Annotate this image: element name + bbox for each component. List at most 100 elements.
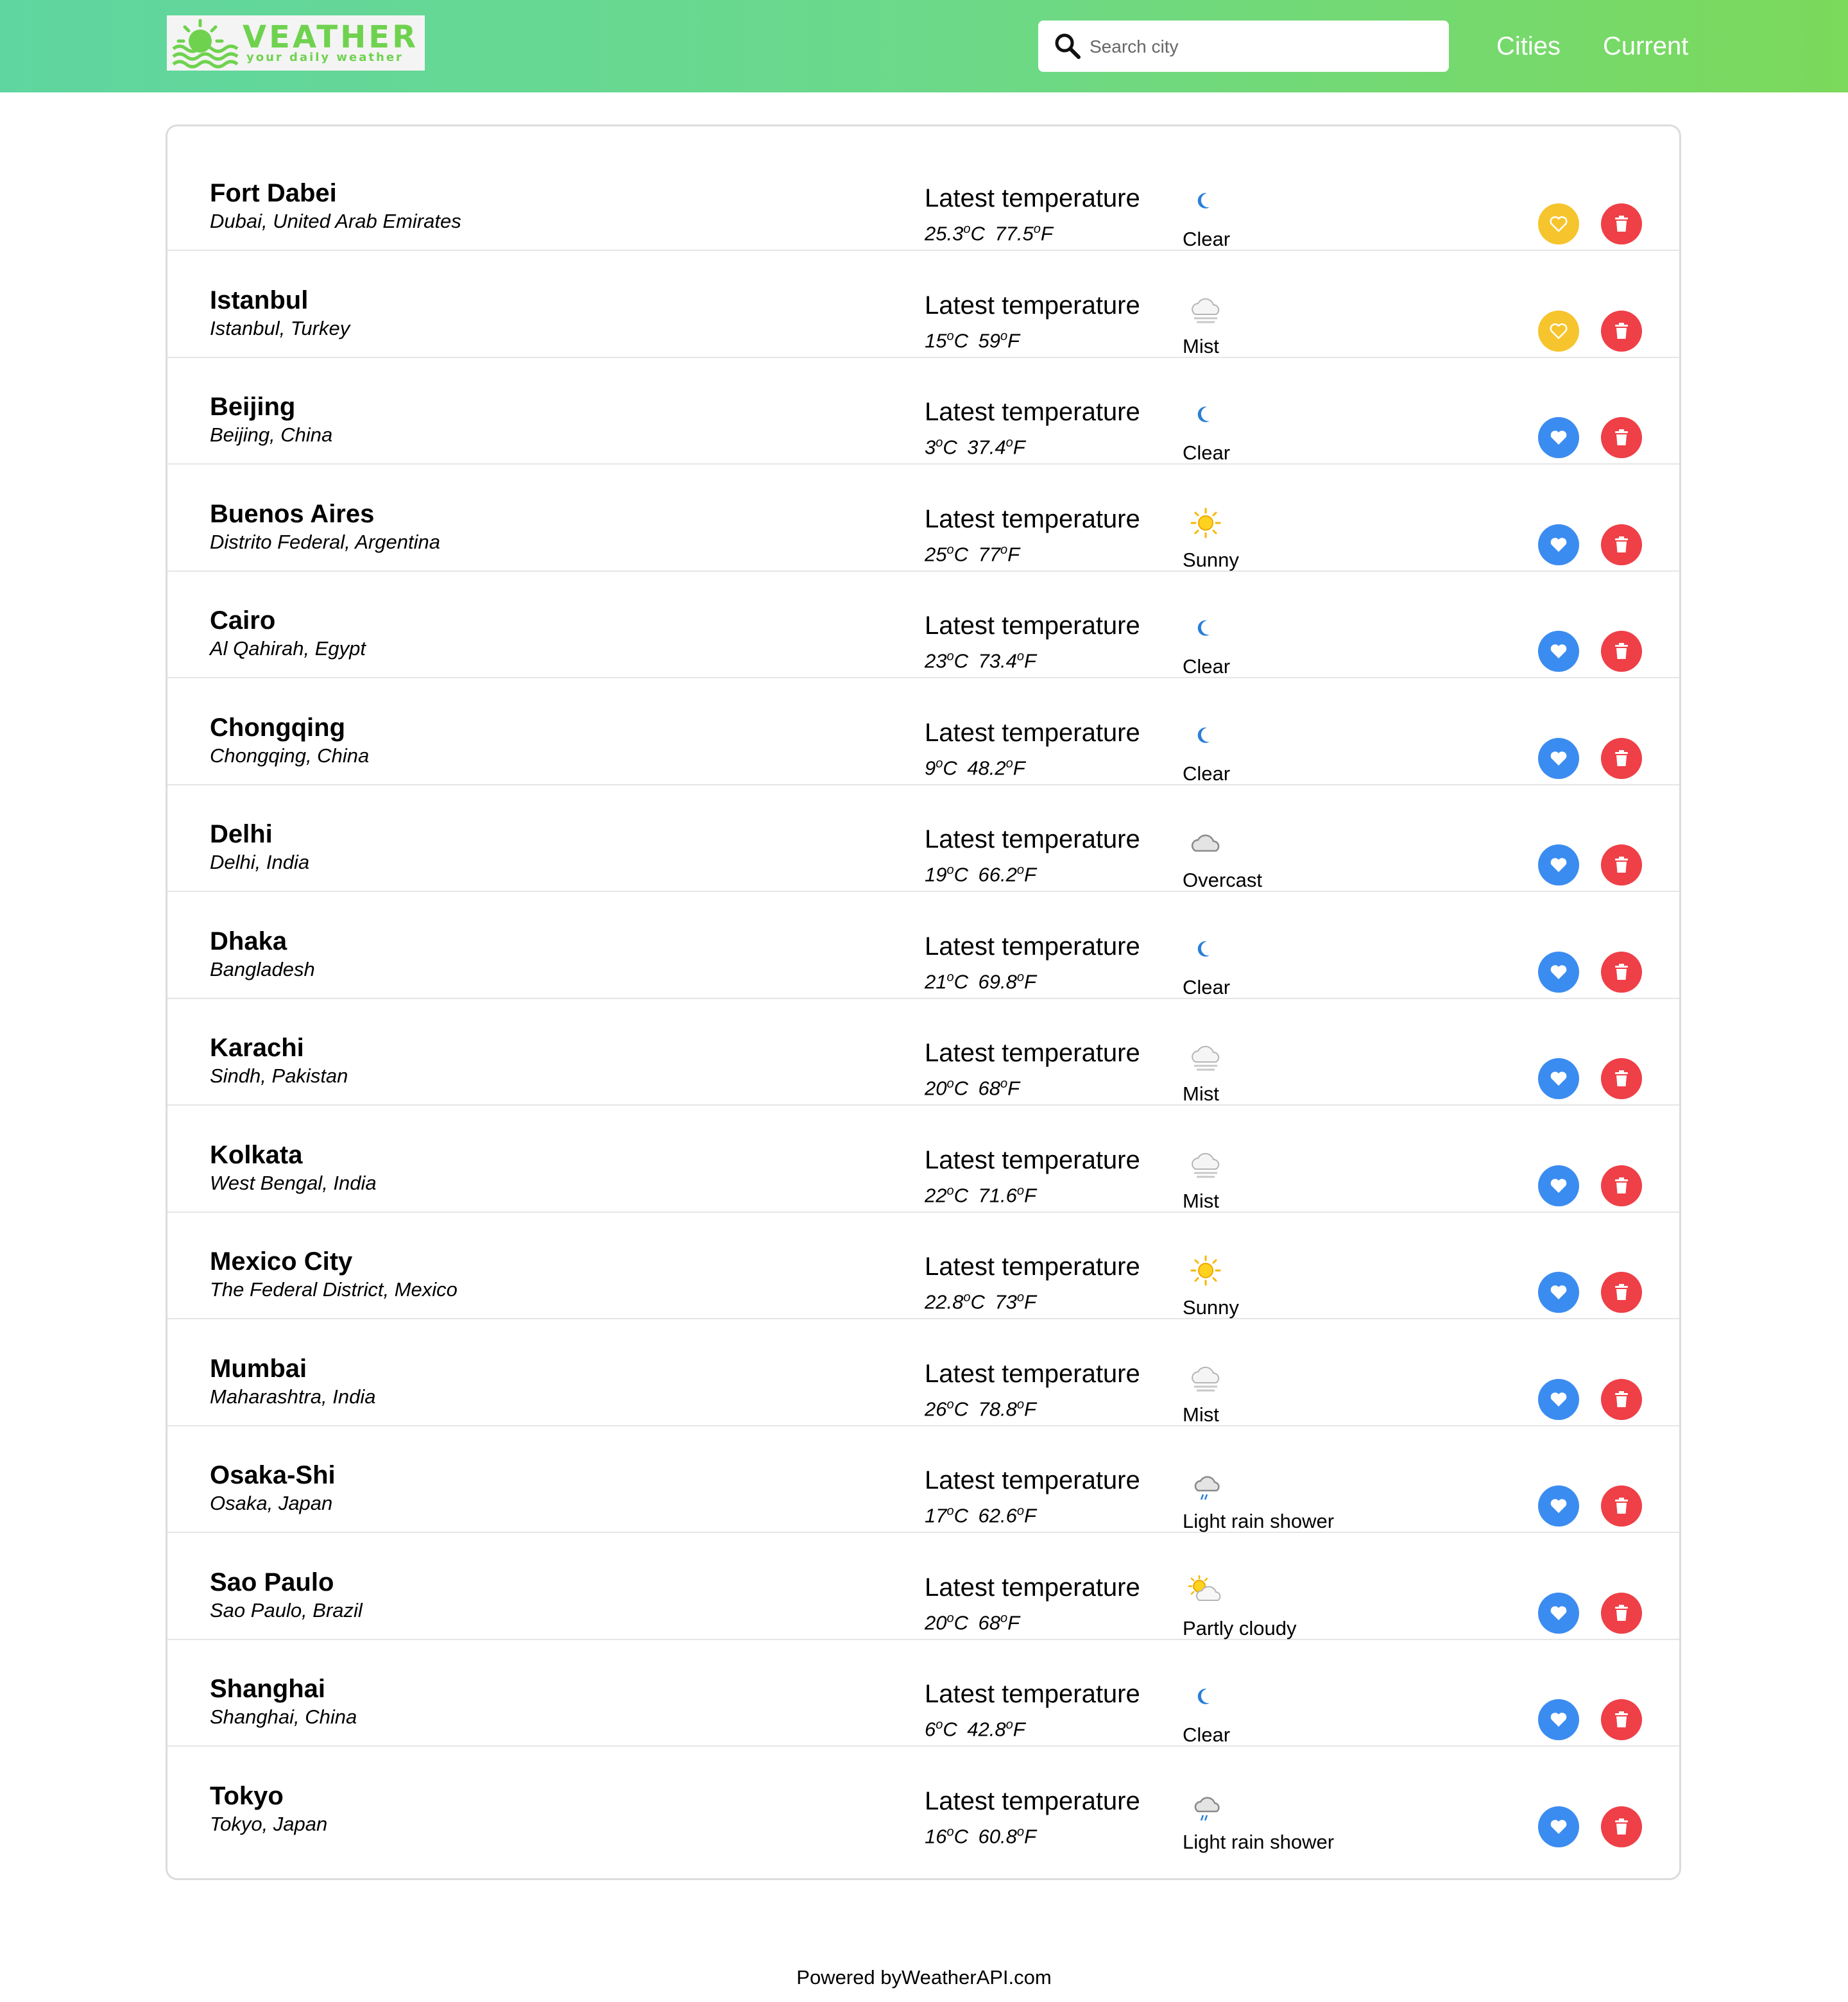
temp-celsius: 16 — [925, 1824, 947, 1847]
temp-celsius: 20 — [925, 1077, 947, 1100]
city-name: Cairo — [210, 606, 276, 635]
weather-condition: Mist — [1183, 1189, 1219, 1212]
city-name: Karachi — [210, 1034, 304, 1062]
temp-celsius: 19 — [925, 863, 947, 886]
favorite-button[interactable] — [1538, 631, 1579, 672]
favorite-button[interactable] — [1538, 1378, 1579, 1420]
favorite-button[interactable] — [1538, 844, 1579, 886]
delete-button[interactable] — [1601, 1165, 1642, 1206]
temperature-values: 22.8oC 73oF — [925, 1285, 1036, 1315]
unit-f: F — [1023, 1504, 1036, 1527]
delete-button[interactable] — [1601, 1699, 1642, 1740]
nav-current-link[interactable]: Current — [1603, 28, 1688, 64]
favorite-button[interactable] — [1538, 524, 1579, 565]
heart-icon — [1550, 1392, 1567, 1407]
degree-sign: o — [963, 222, 971, 236]
favorite-button[interactable] — [1538, 1272, 1579, 1313]
temp-celsius: 25.3 — [925, 222, 964, 245]
degree-sign: o — [946, 863, 954, 877]
favorite-button[interactable] — [1538, 1485, 1579, 1527]
unit-c: C — [954, 1824, 979, 1847]
delete-button[interactable] — [1601, 203, 1642, 244]
favorite-button[interactable] — [1538, 1806, 1579, 1847]
delete-button[interactable] — [1601, 310, 1642, 352]
weather-condition: Light rain shower — [1183, 1830, 1335, 1853]
cloud-icon — [1185, 823, 1226, 864]
delete-button[interactable] — [1601, 1272, 1642, 1313]
heart-icon — [1550, 858, 1567, 872]
latest-temperature-label: Latest temperature — [925, 932, 1140, 961]
favorite-button[interactable] — [1538, 737, 1579, 779]
trash-icon — [1615, 1177, 1628, 1194]
city-row: Delhi Delhi, India Latest temperature 19oC … — [167, 785, 1679, 892]
degree-sign: o — [1016, 1824, 1024, 1839]
degree-sign: o — [1005, 1718, 1013, 1732]
delete-button[interactable] — [1601, 951, 1642, 993]
delete-button[interactable] — [1601, 1806, 1642, 1847]
favorite-button[interactable] — [1538, 1058, 1579, 1099]
delete-button[interactable] — [1601, 1058, 1642, 1099]
degree-sign: o — [1000, 1611, 1008, 1625]
nav-cities-link[interactable]: Cities — [1496, 28, 1561, 64]
delete-button[interactable] — [1601, 737, 1642, 779]
delete-button[interactable] — [1601, 1485, 1642, 1527]
unit-f: F — [1023, 1824, 1036, 1847]
temperature-values: 20oC 68oF — [925, 1605, 1020, 1636]
city-row: Dhaka Bangladesh Latest temperature 21oC 69… — [167, 893, 1679, 999]
city-name: Beijing — [210, 393, 296, 421]
favorite-button[interactable] — [1538, 310, 1579, 352]
latest-temperature-label: Latest temperature — [925, 612, 1140, 640]
trash-icon — [1615, 536, 1628, 552]
delete-button[interactable] — [1601, 1378, 1642, 1420]
city-region: Istanbul, Turkey — [210, 316, 350, 339]
weather-condition: Overcast — [1183, 869, 1263, 891]
weather-condition: Partly cloudy — [1183, 1616, 1297, 1639]
city-name: Istanbul — [210, 286, 309, 314]
weather-condition: Sunny — [1183, 548, 1239, 571]
partly-cloudy-icon — [1185, 1571, 1226, 1612]
temp-fahrenheit: 62.6 — [978, 1504, 1017, 1527]
favorite-button[interactable] — [1538, 417, 1579, 458]
favorite-button[interactable] — [1538, 203, 1579, 244]
weather-condition: Mist — [1183, 334, 1219, 357]
unit-f: F — [1007, 1077, 1020, 1100]
delete-button[interactable] — [1601, 631, 1642, 672]
temperature-values: 19oC 66.2oF — [925, 857, 1036, 887]
temp-celsius: 25 — [925, 542, 947, 565]
degree-sign: o — [1005, 756, 1013, 771]
temp-fahrenheit: 77.5 — [995, 222, 1034, 245]
search-input[interactable] — [1088, 30, 1437, 64]
moon-icon — [1185, 609, 1226, 650]
city-name: Chongqing — [210, 713, 346, 742]
moon-icon — [1185, 182, 1226, 223]
city-region: Distrito Federal, Argentina — [210, 530, 440, 553]
favorite-button[interactable] — [1538, 1592, 1579, 1634]
unit-f: F — [1013, 756, 1025, 779]
unit-c: C — [954, 649, 979, 672]
delete-button[interactable] — [1601, 524, 1642, 565]
degree-sign: o — [936, 436, 943, 450]
temperature-values: 9oC 48.2oF — [925, 751, 1025, 781]
degree-sign: o — [936, 756, 943, 771]
favorite-button[interactable] — [1538, 1165, 1579, 1206]
weather-condition: Mist — [1183, 1403, 1219, 1426]
favorite-button[interactable] — [1538, 951, 1579, 993]
weather-condition: Mist — [1183, 1082, 1219, 1105]
degree-sign: o — [1016, 1504, 1024, 1518]
favorite-button[interactable] — [1538, 1699, 1579, 1740]
delete-button[interactable] — [1601, 844, 1642, 886]
city-name: Tokyo — [210, 1781, 284, 1810]
latest-temperature-label: Latest temperature — [925, 504, 1140, 533]
night-rain-icon — [1185, 1784, 1226, 1826]
logo[interactable]: VEATHER your daily weather — [167, 15, 425, 71]
search-icon — [1055, 33, 1081, 59]
temperature-values: 17oC 62.6oF — [925, 1498, 1036, 1528]
heart-icon — [1550, 1499, 1567, 1513]
city-row: Chongqing Chongqing, China Latest temperat… — [167, 679, 1679, 785]
footer-credit: Powered byWeatherAPI.com — [796, 1966, 1052, 1989]
city-name: Fort Dabei — [210, 179, 337, 207]
delete-button[interactable] — [1601, 417, 1642, 458]
delete-button[interactable] — [1601, 1592, 1642, 1634]
city-region: Dubai, United Arab Emirates — [210, 210, 461, 232]
unit-f: F — [1023, 863, 1036, 886]
